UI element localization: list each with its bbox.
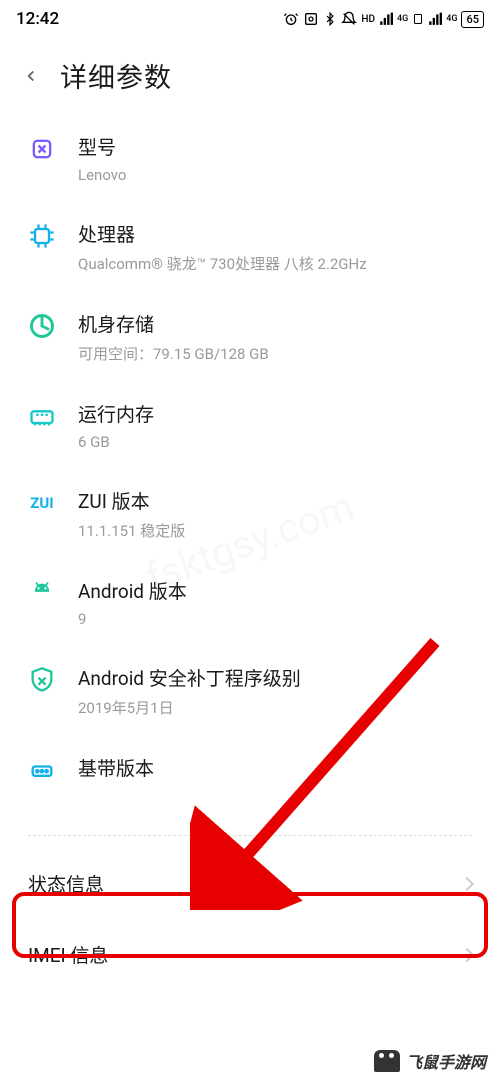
chevron-right-icon <box>460 947 474 961</box>
nav-item-title: 状态信息 <box>28 870 104 897</box>
processor-icon <box>28 222 56 250</box>
status-time: 12:42 <box>16 9 59 29</box>
item-content: 机身存储 可用空间：79.15 GB/128 GB <box>78 310 472 364</box>
item-value: 6 GB <box>78 433 472 451</box>
item-title: Android 安全补丁程序级别 <box>78 664 472 691</box>
item-content: Android 安全补丁程序级别 2019年5月1日 <box>78 664 472 718</box>
item-title: ZUI 版本 <box>78 487 472 514</box>
net1-label: 4G <box>397 14 408 24</box>
signal1-icon <box>379 12 393 26</box>
model-icon <box>28 135 56 163</box>
item-value: Lenovo <box>78 166 472 184</box>
mouse-logo-icon <box>374 1050 400 1072</box>
item-storage[interactable]: 机身存储 可用空间：79.15 GB/128 GB <box>0 292 500 382</box>
page-header: 详细参数 <box>0 34 500 115</box>
shield-icon <box>28 666 56 694</box>
item-content: 运行内存 6 GB <box>78 400 472 451</box>
chevron-right-icon <box>460 876 474 890</box>
item-content: 处理器 Qualcomm® 骁龙™ 730处理器 八核 2.2GHz <box>78 220 472 274</box>
footer-logo-text: 飞鼠手游网 <box>406 1049 486 1073</box>
footer-logo: 飞鼠手游网 <box>374 1049 486 1073</box>
nav-status-info[interactable]: 状态信息 <box>0 848 500 919</box>
item-android-version[interactable]: Android 版本 9 <box>0 559 500 646</box>
battery-indicator: 65 <box>461 11 484 28</box>
item-title: 基带版本 <box>78 754 472 781</box>
section-divider <box>28 835 472 836</box>
item-value: Qualcomm® 骁龙™ 730处理器 八核 2.2GHz <box>78 253 472 274</box>
ram-icon <box>28 402 56 430</box>
status-icons: HD 4G 4G 65 <box>283 11 484 28</box>
item-value <box>78 787 472 805</box>
item-title: 型号 <box>78 133 472 160</box>
dnd-icon <box>341 11 357 27</box>
item-content: 型号 Lenovo <box>78 133 472 184</box>
baseband-icon <box>28 756 56 784</box>
item-processor[interactable]: 处理器 Qualcomm® 骁龙™ 730处理器 八核 2.2GHz <box>0 202 500 292</box>
alarm-icon <box>283 11 299 27</box>
item-content: 基带版本 <box>78 754 472 805</box>
nav-item-title: IMEI 信息 <box>28 941 108 968</box>
page-title: 详细参数 <box>60 56 172 95</box>
item-model[interactable]: 型号 Lenovo <box>0 115 500 202</box>
item-ram[interactable]: 运行内存 6 GB <box>0 382 500 469</box>
item-title: 机身存储 <box>78 310 472 337</box>
item-content: Android 版本 9 <box>78 577 472 628</box>
storage-icon <box>28 312 56 340</box>
zui-icon: ZUI <box>28 489 56 517</box>
item-content: ZUI 版本 11.1.151 稳定版 <box>78 487 472 541</box>
status-bar: 12:42 HD 4G 4G 65 <box>0 0 500 34</box>
item-value: 2019年5月1日 <box>78 697 472 718</box>
item-title: Android 版本 <box>78 577 472 604</box>
item-security-patch[interactable]: Android 安全补丁程序级别 2019年5月1日 <box>0 646 500 736</box>
item-value: 9 <box>78 610 472 628</box>
bluetooth-icon <box>323 11 337 27</box>
item-title: 运行内存 <box>78 400 472 427</box>
nav-imei-info[interactable]: IMEI 信息 <box>0 919 500 990</box>
content-list: 型号 Lenovo 处理器 Qualcomm® 骁龙™ 730处理器 八核 2.… <box>0 115 500 990</box>
sim2-icon <box>412 12 424 26</box>
item-title: 处理器 <box>78 220 472 247</box>
back-button[interactable] <box>22 67 40 85</box>
item-zui-version[interactable]: ZUI ZUI 版本 11.1.151 稳定版 <box>0 469 500 559</box>
signal2-icon <box>428 12 442 26</box>
hd-label: HD <box>361 14 375 25</box>
net2-label: 4G <box>446 14 457 24</box>
item-value: 可用空间：79.15 GB/128 GB <box>78 343 472 364</box>
item-baseband[interactable]: 基带版本 <box>0 736 500 823</box>
item-value: 11.1.151 稳定版 <box>78 520 472 541</box>
android-icon <box>28 579 56 607</box>
orientation-lock-icon <box>303 11 319 27</box>
